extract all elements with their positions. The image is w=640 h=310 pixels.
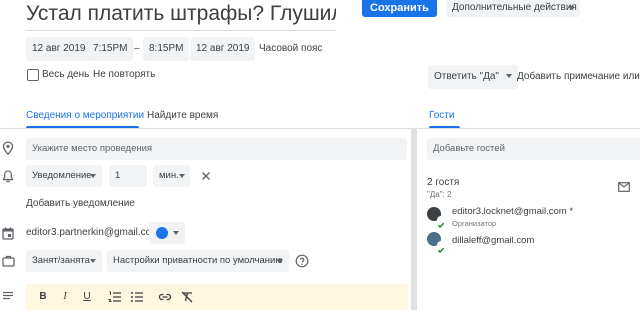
calendar-color-select[interactable] bbox=[149, 222, 185, 244]
location-input[interactable]: Укажите место проведения bbox=[26, 138, 407, 160]
all-day-label: Весь день bbox=[42, 69, 90, 80]
all-day-checkbox[interactable] bbox=[27, 69, 39, 81]
add-guests-input[interactable]: Добавьте гостей bbox=[427, 138, 640, 160]
more-actions-label: Дополнительные действия bbox=[452, 2, 577, 13]
guest-yes-count: "Да": 2 bbox=[427, 190, 452, 199]
notification-type-select[interactable]: Уведомление bbox=[26, 165, 102, 187]
link-icon[interactable] bbox=[158, 290, 172, 304]
time-dash: – bbox=[134, 43, 140, 54]
chevron-down-icon bbox=[277, 259, 283, 263]
notification-unit-select[interactable]: мин. bbox=[153, 165, 190, 187]
notification-type-label: Уведомление bbox=[32, 170, 92, 181]
bell-icon bbox=[2, 170, 14, 183]
briefcase-icon bbox=[2, 255, 15, 267]
event-title-input[interactable]: Устал платить штрафы? Глушилка кам bbox=[26, 0, 336, 30]
guest-email: dillaleff@gmail.com bbox=[452, 235, 535, 246]
guest-role: Организатор bbox=[452, 219, 497, 228]
close-icon[interactable] bbox=[201, 171, 211, 181]
location-pin-icon bbox=[2, 141, 14, 155]
guest-count: 2 гостя bbox=[427, 177, 460, 188]
busy-status-label: Занят/занята bbox=[32, 255, 90, 266]
notification-value-input[interactable]: 1 bbox=[109, 165, 147, 187]
save-button[interactable]: Сохранить bbox=[362, 0, 437, 17]
tab-find-time[interactable]: Найдите время bbox=[147, 106, 218, 126]
chevron-down-icon bbox=[173, 231, 179, 235]
help-icon[interactable] bbox=[295, 254, 309, 268]
add-note-input[interactable]: Добавить примечание или г bbox=[517, 65, 640, 89]
chevron-down-icon bbox=[505, 74, 512, 79]
numbered-list-icon[interactable] bbox=[108, 290, 122, 304]
clear-formatting-icon[interactable] bbox=[180, 290, 194, 304]
start-time-chip[interactable]: 7:15PM bbox=[87, 37, 134, 61]
chevron-down-icon bbox=[90, 259, 96, 263]
calendar-owner[interactable]: editor3.partnerkin@gmail.com bbox=[26, 221, 160, 245]
title-underline bbox=[26, 30, 336, 31]
accepted-check-icon bbox=[437, 216, 445, 229]
scrollbar[interactable] bbox=[411, 128, 417, 310]
busy-status-select[interactable]: Занят/занята bbox=[26, 250, 102, 272]
end-date-chip[interactable]: 12 авг 2019 bbox=[190, 37, 256, 61]
guest-item[interactable] bbox=[427, 231, 447, 254]
end-time-chip[interactable]: 8:15PM bbox=[143, 37, 190, 61]
bulleted-list-icon[interactable] bbox=[130, 290, 144, 304]
bold-icon[interactable]: B bbox=[36, 290, 50, 304]
timezone-link[interactable]: Часовой пояс bbox=[259, 37, 322, 61]
calendar-icon bbox=[2, 227, 14, 240]
chevron-down-icon bbox=[179, 174, 185, 178]
notification-unit-label: мин. bbox=[159, 170, 179, 181]
privacy-select[interactable]: Настройки приватности по умолчанию bbox=[107, 250, 289, 272]
tab-event-details[interactable]: Сведения о мероприятии bbox=[26, 106, 144, 126]
color-dot bbox=[156, 227, 168, 239]
repeat-dropdown[interactable]: Не повторять bbox=[93, 63, 155, 87]
guest-email: editor3.locknet@gmail.com * bbox=[452, 206, 574, 217]
privacy-label: Настройки приватности по умолчанию bbox=[113, 255, 283, 266]
tabs-divider bbox=[0, 128, 640, 129]
chevron-down-icon bbox=[568, 6, 574, 10]
reply-label: Ответить "Да" bbox=[434, 71, 499, 82]
formatting-toolbar: B I U bbox=[26, 284, 408, 310]
description-icon bbox=[3, 291, 13, 300]
underline-icon[interactable]: U bbox=[80, 290, 94, 304]
italic-icon[interactable]: I bbox=[58, 290, 72, 304]
email-guests-icon[interactable] bbox=[618, 182, 630, 192]
accepted-check-icon bbox=[437, 241, 445, 254]
add-notification-link[interactable]: Добавить уведомление bbox=[26, 192, 135, 216]
more-actions-dropdown[interactable]: Дополнительные действия bbox=[446, 0, 580, 17]
chevron-down-icon bbox=[90, 174, 96, 178]
reply-dropdown[interactable]: Ответить "Да" bbox=[428, 65, 518, 89]
guest-item[interactable] bbox=[427, 206, 447, 229]
tab-guests[interactable]: Гости bbox=[429, 106, 454, 126]
start-date-chip[interactable]: 12 авг 2019 bbox=[26, 37, 92, 61]
